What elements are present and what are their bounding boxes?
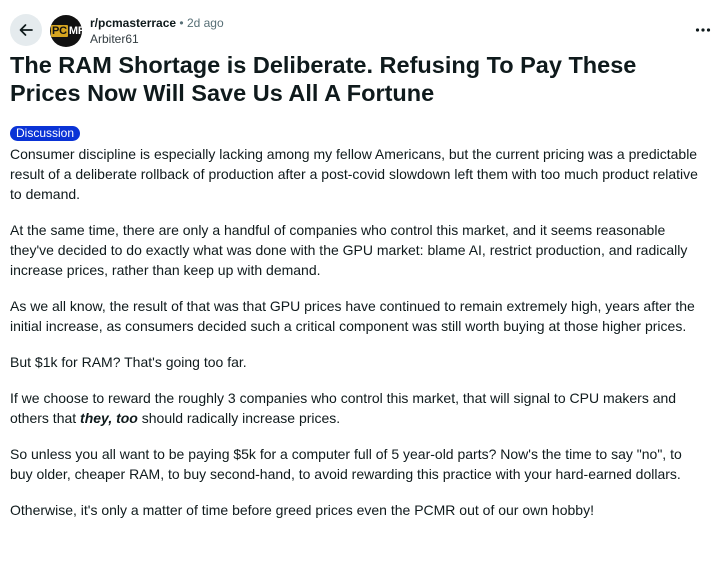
post-flair[interactable]: Discussion: [10, 126, 81, 141]
post-time: 2d ago: [186, 16, 224, 30]
arrow-left-icon: [19, 24, 33, 36]
body-paragraph: At the same time, there are only a handf…: [10, 222, 688, 278]
body-paragraph: As we all know, the result of that was t…: [10, 298, 695, 334]
more-options-button[interactable]: [691, 20, 715, 40]
subreddit-avatar[interactable]: PC MR: [50, 15, 82, 47]
post-body: Consumer discipline is especially lackin…: [10, 144, 700, 536]
post-meta: r/pcmasterrace • 2d ago Arbiter61: [90, 15, 224, 47]
paragraph-text: should radically increase prices.: [137, 410, 341, 426]
pcmr-logo: PC MR: [51, 25, 82, 37]
body-paragraph: Consumer discipline is especially lackin…: [10, 146, 698, 202]
author-link[interactable]: Arbiter61: [90, 32, 139, 46]
body-paragraph: So unless you all want to be paying $5k …: [10, 446, 682, 482]
meta-separator: •: [179, 16, 184, 30]
back-button[interactable]: [10, 14, 42, 46]
subreddit-link[interactable]: r/pcmasterrace: [90, 16, 176, 30]
post-header: PC MR r/pcmasterrace • 2d ago Arbiter61: [10, 14, 715, 50]
more-horizontal-icon: [695, 28, 711, 32]
emphasized-text: they, too: [80, 410, 138, 426]
body-paragraph: If we choose to reward the roughly 3 com…: [10, 388, 700, 428]
post-title[interactable]: The RAM Shortage is Deliberate. Refusing…: [10, 51, 710, 107]
body-paragraph: Otherwise, it's only a matter of time be…: [10, 502, 594, 518]
body-paragraph: But $1k for RAM? That's going too far.: [10, 354, 247, 370]
